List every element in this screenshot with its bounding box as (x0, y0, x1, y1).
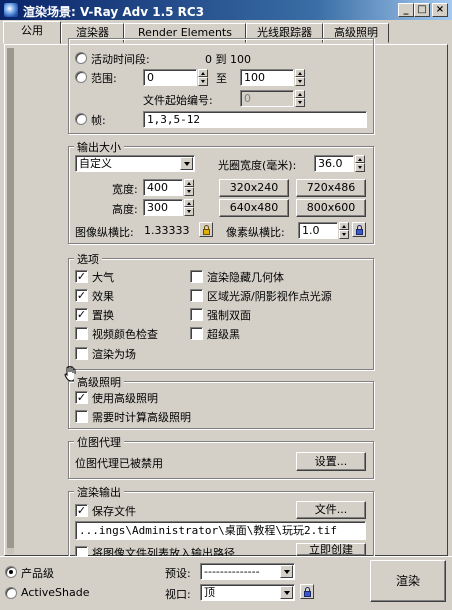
frames-radio[interactable] (75, 113, 87, 125)
frames-label: 帧: (91, 114, 106, 127)
range-end-spinner[interactable] (295, 69, 305, 86)
bitmap-proxy-title: 位图代理 (74, 434, 124, 450)
save-file-label: 保存文件 (92, 505, 136, 518)
production-label: 产品级 (21, 567, 54, 580)
frames-field[interactable]: 1,3,5-12 (143, 111, 367, 128)
effects-label: 效果 (92, 290, 114, 303)
active-segment-value: 0 到 100 (205, 53, 251, 66)
image-aspect-lock-icon[interactable] (199, 222, 213, 237)
pixel-aspect-lock-icon[interactable] (352, 222, 366, 237)
aperture-label: 光圈宽度(毫米): (218, 159, 297, 172)
render-hidden-checkbox[interactable] (190, 270, 203, 283)
file-number-field[interactable]: 0 (240, 90, 294, 107)
activeshade-label: ActiveShade (21, 586, 90, 599)
preset-320x240-button[interactable]: 320x240 (219, 179, 289, 197)
aperture-spinner[interactable] (355, 155, 365, 172)
active-segment-label: 活动时间段: (91, 53, 150, 66)
height-field[interactable]: 300 (143, 199, 183, 216)
render-hidden-label: 渲染隐藏几何体 (207, 271, 284, 284)
bitmap-proxy-status: 位图代理已被禁用 (75, 457, 163, 470)
range-start-spinner[interactable] (198, 69, 208, 86)
output-path-field[interactable]: ...ings\Administrator\桌面\教程\玩玩2.tif (75, 521, 366, 540)
render-to-fields-label: 渲染为场 (92, 348, 136, 361)
bottom-bar: 产品级 ActiveShade 预设: -------------- 视口: 顶… (0, 556, 452, 610)
compute-advanced-lighting-label: 需要时计算高级照明 (92, 411, 191, 424)
height-spinner[interactable] (184, 199, 194, 216)
chevron-down-icon (280, 565, 293, 578)
viewport-label: 视口: (165, 588, 191, 601)
video-color-check-checkbox[interactable] (75, 327, 88, 340)
super-black-checkbox[interactable] (190, 327, 203, 340)
save-file-checkbox[interactable]: ✓ (75, 504, 88, 517)
render-button[interactable]: 渲染 (370, 560, 446, 602)
to-label: 至 (216, 72, 227, 85)
activeshade-radio[interactable] (5, 587, 17, 599)
video-color-check-label: 视频颜色检查 (92, 328, 158, 341)
aperture-field[interactable]: 36.0 (314, 155, 354, 172)
range-end-field[interactable]: 100 (240, 69, 294, 86)
preset-label: 预设: (165, 567, 191, 580)
bitmap-proxy-settings-button[interactable]: 设置... (296, 452, 366, 471)
atmospherics-checkbox[interactable]: ✓ (75, 270, 88, 283)
output-size-preset-dropdown[interactable]: 自定义 (75, 155, 195, 172)
pixel-aspect-label: 像素纵横比: (226, 226, 285, 239)
width-spinner[interactable] (184, 179, 194, 196)
render-to-fields-checkbox[interactable] (75, 347, 88, 360)
atmospherics-label: 大气 (92, 271, 114, 284)
preset-720x486-button[interactable]: 720x486 (296, 179, 366, 197)
tab-common[interactable]: 公用 (3, 21, 61, 44)
close-button[interactable]: × (432, 3, 448, 17)
super-black-label: 超级黑 (207, 328, 240, 341)
preset-640x480-button[interactable]: 640x480 (219, 199, 289, 217)
advanced-lighting-title: 高级照明 (74, 374, 124, 390)
image-aspect-value: 1.33333 (144, 224, 190, 237)
range-radio[interactable] (75, 71, 87, 83)
displacement-checkbox[interactable]: ✓ (75, 308, 88, 321)
effects-checkbox[interactable]: ✓ (75, 289, 88, 302)
chevron-down-icon (180, 157, 193, 170)
displacement-label: 置换 (92, 309, 114, 322)
pixel-aspect-field[interactable]: 1.0 (298, 222, 338, 239)
image-aspect-label: 图像纵横比: (75, 226, 134, 239)
preset-800x600-button[interactable]: 800x600 (296, 199, 366, 217)
maximize-button[interactable]: □ (414, 3, 430, 17)
output-size-preset-value: 自定义 (79, 157, 112, 170)
viewport-lock-icon[interactable] (300, 584, 314, 599)
compute-advanced-lighting-checkbox[interactable] (75, 410, 88, 423)
range-start-field[interactable]: 0 (143, 69, 197, 86)
range-label: 范围: (91, 72, 117, 85)
app-icon (3, 2, 19, 18)
use-advanced-lighting-checkbox[interactable]: ✓ (75, 391, 88, 404)
rollout-scroll-thumb[interactable] (7, 48, 14, 548)
pixel-aspect-spinner[interactable] (339, 222, 349, 239)
chevron-down-icon (280, 586, 293, 599)
area-lights-checkbox[interactable] (190, 289, 203, 302)
use-advanced-lighting-label: 使用高级照明 (92, 392, 158, 405)
title-bar[interactable]: 渲染场景: V-Ray Adv 1.5 RC3 _ □ × (0, 0, 452, 20)
area-lights-label: 区域光源/阴影视作点光源 (207, 290, 332, 303)
render-output-title: 渲染输出 (74, 484, 124, 500)
active-segment-radio[interactable] (75, 52, 87, 64)
width-label: 宽度: (112, 183, 138, 196)
force-2sided-label: 强制双面 (207, 309, 251, 322)
force-2sided-checkbox[interactable] (190, 308, 203, 321)
production-radio[interactable] (5, 566, 17, 578)
width-field[interactable]: 400 (143, 179, 183, 196)
files-button[interactable]: 文件... (296, 501, 366, 519)
create-now-button[interactable]: 立即创建 (296, 543, 366, 556)
file-number-spinner[interactable] (295, 90, 305, 107)
options-title: 选项 (74, 251, 102, 267)
preset-dropdown[interactable]: -------------- (200, 563, 295, 580)
output-size-title: 输出大小 (74, 139, 124, 155)
window-title: 渲染场景: V-Ray Adv 1.5 RC3 (23, 5, 205, 19)
height-label: 高度: (112, 203, 138, 216)
viewport-dropdown[interactable]: 顶 (200, 584, 295, 601)
file-number-label: 文件起始编号: (143, 94, 213, 107)
viewport-value: 顶 (204, 586, 215, 599)
preset-value: -------------- (204, 565, 260, 578)
minimize-button[interactable]: _ (398, 3, 414, 17)
